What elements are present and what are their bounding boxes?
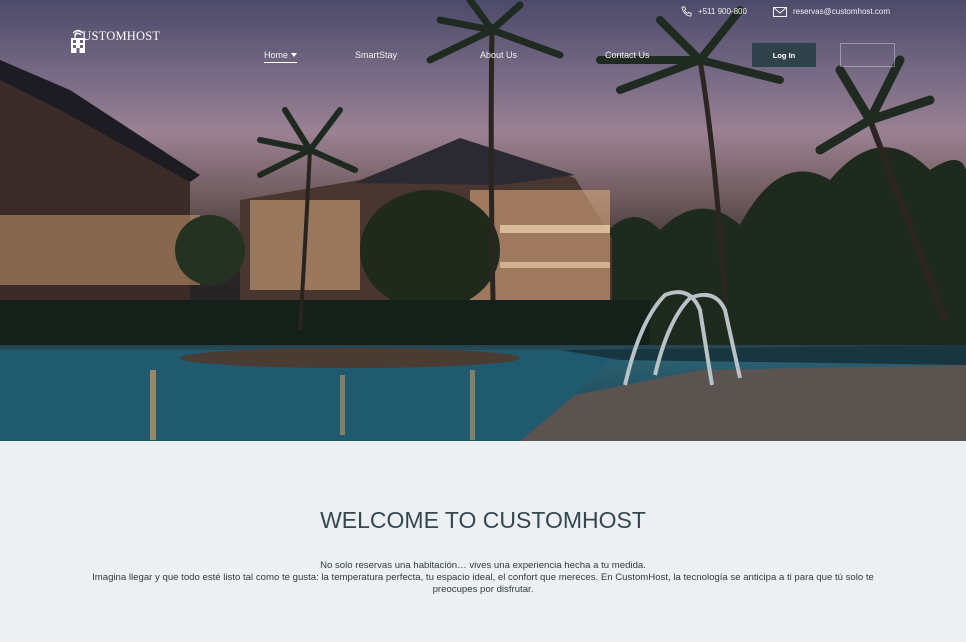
email-contact[interactable]: reservas@customhost.com — [773, 6, 890, 17]
main-navigation: Home SmartStay About Us Contact Us — [0, 50, 966, 64]
contact-bar: +511 900-800 reservas@customhost.com — [681, 6, 890, 17]
nav-item-home[interactable]: Home — [264, 50, 298, 63]
caret-down-icon — [291, 53, 298, 57]
nav-item-contact-us[interactable]: Contact Us — [605, 50, 650, 60]
nav-item-smartstay[interactable]: SmartStay — [355, 50, 397, 60]
welcome-line-1: No solo reservas una habitación… vives u… — [320, 560, 646, 571]
secondary-button[interactable] — [840, 43, 895, 67]
envelope-icon — [773, 6, 787, 17]
welcome-title: WELCOME TO CUSTOMHOST — [320, 507, 646, 533]
phone-number: +511 900-800 — [697, 7, 747, 16]
phone-icon — [681, 6, 692, 17]
welcome-line-2: Imagina llegar y que todo esté listo tal… — [92, 571, 874, 595]
nav-item-home-label: Home — [264, 50, 289, 60]
brand-logo[interactable]: CUSTOMHOST — [70, 28, 164, 53]
resort-pool-illustration — [0, 0, 966, 441]
welcome-description: No solo reservas una habitación… vives u… — [90, 560, 876, 595]
login-button[interactable]: Log In — [752, 43, 816, 67]
email-address: reservas@customhost.com — [792, 7, 890, 16]
hero-image: +511 900-800 reservas@customhost.com CUS… — [0, 0, 966, 441]
phone-contact[interactable]: +511 900-800 — [681, 6, 747, 17]
nav-item-about-us[interactable]: About Us — [480, 50, 517, 60]
